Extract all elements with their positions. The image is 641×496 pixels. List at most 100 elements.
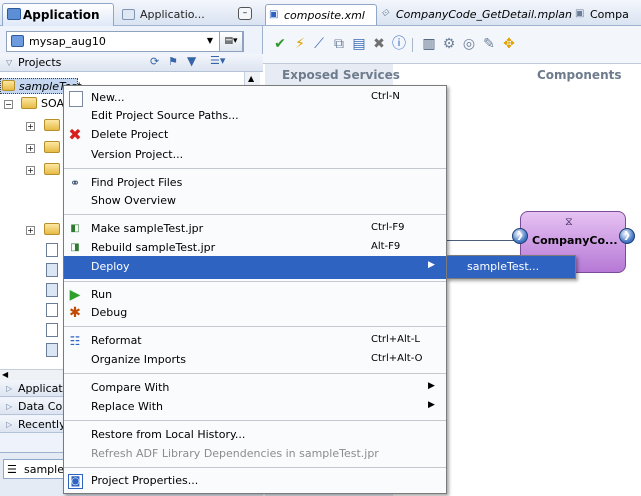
tree-expander[interactable]: + [26, 144, 35, 153]
tab-applications-other[interactable]: Applicatio... [118, 5, 228, 25]
properties-icon: ◙ [68, 474, 83, 489]
edit-icon[interactable]: ✎ [481, 36, 497, 52]
folder-icon [21, 97, 37, 109]
submenu-arrow-icon: ▶ [428, 400, 435, 410]
application-icon [122, 9, 135, 20]
menu-item-refresh-adf: Refresh ADF Library Dependencies in samp… [64, 443, 446, 466]
refresh-icon[interactable]: ⟳ [150, 55, 159, 68]
menu-item-shortcut: Ctrl-F9 [371, 222, 405, 233]
menu-item-label: Run [91, 288, 113, 301]
expand-triangle-icon: ▷ [6, 402, 13, 411]
application-combo-value: mysap_aug10 [29, 35, 106, 48]
tab-mplan[interactable]: ⟐ CompanyCode_GetDetail.mplan [378, 4, 572, 25]
tab-composite[interactable]: ▣ composite.xml [265, 4, 377, 25]
menu-item-label: Delete Project [91, 128, 169, 141]
copy-icon[interactable]: ⧉ [331, 36, 347, 52]
delete-x-icon[interactable]: ✖ [371, 36, 387, 52]
run-icon: ▶ [69, 287, 81, 303]
menu-item-label: Project Properties... [91, 474, 199, 487]
tree-expander[interactable]: + [26, 122, 35, 131]
menu-item-replace-with[interactable]: Replace With ▶ [64, 396, 446, 419]
funnel-icon[interactable]: ▼ [187, 54, 196, 68]
structure-tab[interactable]: ☰ sampleT [3, 459, 71, 479]
validate-check-icon[interactable]: ✔ [272, 36, 288, 52]
projects-header[interactable]: ▽ Projects ⟳ ⚑ ▼ ☰▾ [0, 54, 263, 72]
exposed-services-heading: Exposed Services [282, 68, 400, 82]
binoculars-icon: ⚭ [69, 176, 81, 190]
submenu-item-sampletest[interactable]: sampleTest... [447, 256, 575, 278]
menu-separator [64, 214, 446, 215]
menu-item-label: Show Overview [91, 194, 176, 207]
file-icon [46, 323, 58, 337]
scroll-left-icon[interactable]: ◀ [2, 370, 8, 379]
folder-icon [44, 141, 60, 153]
tab-application-label: Application [23, 8, 100, 22]
tree-expander[interactable]: + [26, 226, 35, 235]
mediator-icon: ⧖ [565, 215, 573, 228]
filter-icon[interactable]: ⚑ [168, 55, 178, 68]
folder-icon [44, 163, 60, 175]
menu-item-show-overview[interactable]: Show Overview [64, 190, 446, 213]
paste-icon[interactable]: ▤ [351, 36, 367, 52]
scroll-up-icon[interactable]: ▲ [248, 74, 254, 83]
tab-composite-label: composite.xml [284, 9, 365, 22]
menu-item-label: Debug [91, 306, 128, 319]
chevron-down-icon[interactable]: ▼ [204, 35, 216, 47]
component-label: CompanyCo... [532, 234, 618, 247]
menu-item-label: Organize Imports [91, 353, 187, 366]
composite-icon: ▣ [269, 9, 279, 20]
menu-item-debug[interactable]: ✱ Debug [64, 302, 446, 325]
menu-item-shortcut: Ctrl+Alt-L [371, 334, 420, 345]
menu-separator [64, 467, 446, 468]
lightning-icon[interactable]: ⚡ [292, 36, 308, 52]
file-icon [46, 343, 58, 357]
menu-separator [64, 168, 446, 169]
tab-mplan-label: CompanyCode_GetDetail.mplan [396, 8, 572, 21]
file-icon [46, 303, 58, 317]
menu-item-organize-imports[interactable]: Organize Imports Ctrl+Alt-O [64, 349, 446, 372]
project-folder-icon [2, 80, 15, 91]
collapse-triangle-icon: ▽ [6, 58, 13, 67]
tab-application[interactable]: Application [2, 3, 114, 26]
tree-row-label: SOA [41, 97, 64, 110]
expand-triangle-icon: ▷ [6, 420, 13, 429]
structure-icon: ☰ [7, 463, 17, 476]
tree-layout-icon[interactable]: ⚙ [441, 36, 457, 52]
folder-icon [44, 119, 60, 131]
menu-separator [64, 373, 446, 374]
accordion-label: Applicat [18, 382, 63, 395]
expand-triangle-icon: ▷ [6, 384, 13, 393]
file-icon [46, 283, 58, 297]
menu-item-label: Reformat [91, 334, 142, 347]
menu-separator [64, 326, 446, 327]
menu-item-project-properties[interactable]: ◙ Project Properties... [64, 470, 446, 493]
make-icon: ◧ [70, 223, 80, 234]
tree-expander[interactable]: + [26, 166, 35, 175]
component-input-port-icon[interactable]: ❯ [512, 228, 528, 244]
menu-item-shortcut: Ctrl-N [371, 91, 400, 102]
arrange-icon[interactable]: ✥ [501, 36, 517, 52]
wire-icon[interactable]: ⟋ [311, 36, 327, 52]
menu-item-deploy[interactable]: Deploy ▶ [64, 256, 446, 279]
file-icon [46, 263, 58, 277]
submenu-arrow-icon: ▶ [428, 260, 435, 270]
component-output-port-icon[interactable]: ❯ [619, 228, 635, 244]
application-menu-button[interactable]: ▤▾ [219, 31, 243, 52]
menu-item-label: Refresh ADF Library Dependencies in samp… [91, 447, 379, 460]
menu-item-shortcut: Alt-F9 [371, 241, 401, 252]
zoom-icon[interactable]: ◎ [461, 36, 477, 52]
layout-icon[interactable]: ▥ [421, 36, 437, 52]
info-icon[interactable]: ⓘ [391, 36, 407, 52]
tab-compa[interactable]: ▣ Compa [572, 4, 641, 25]
sort-icon[interactable]: ☰▾ [210, 54, 225, 67]
menu-item-version-project[interactable]: Version Project... [64, 144, 446, 167]
composite-icon: ▣ [575, 8, 585, 19]
components-heading: Components [537, 68, 622, 82]
debug-icon: ✱ [69, 305, 81, 321]
minimize-panel-button[interactable]: – [238, 7, 252, 20]
rebuild-icon: ◨ [70, 242, 80, 253]
menu-separator [64, 420, 446, 421]
menu-item-label: Find Project Files [91, 176, 183, 189]
tree-expander[interactable]: − [4, 100, 13, 109]
file-icon [46, 243, 58, 257]
